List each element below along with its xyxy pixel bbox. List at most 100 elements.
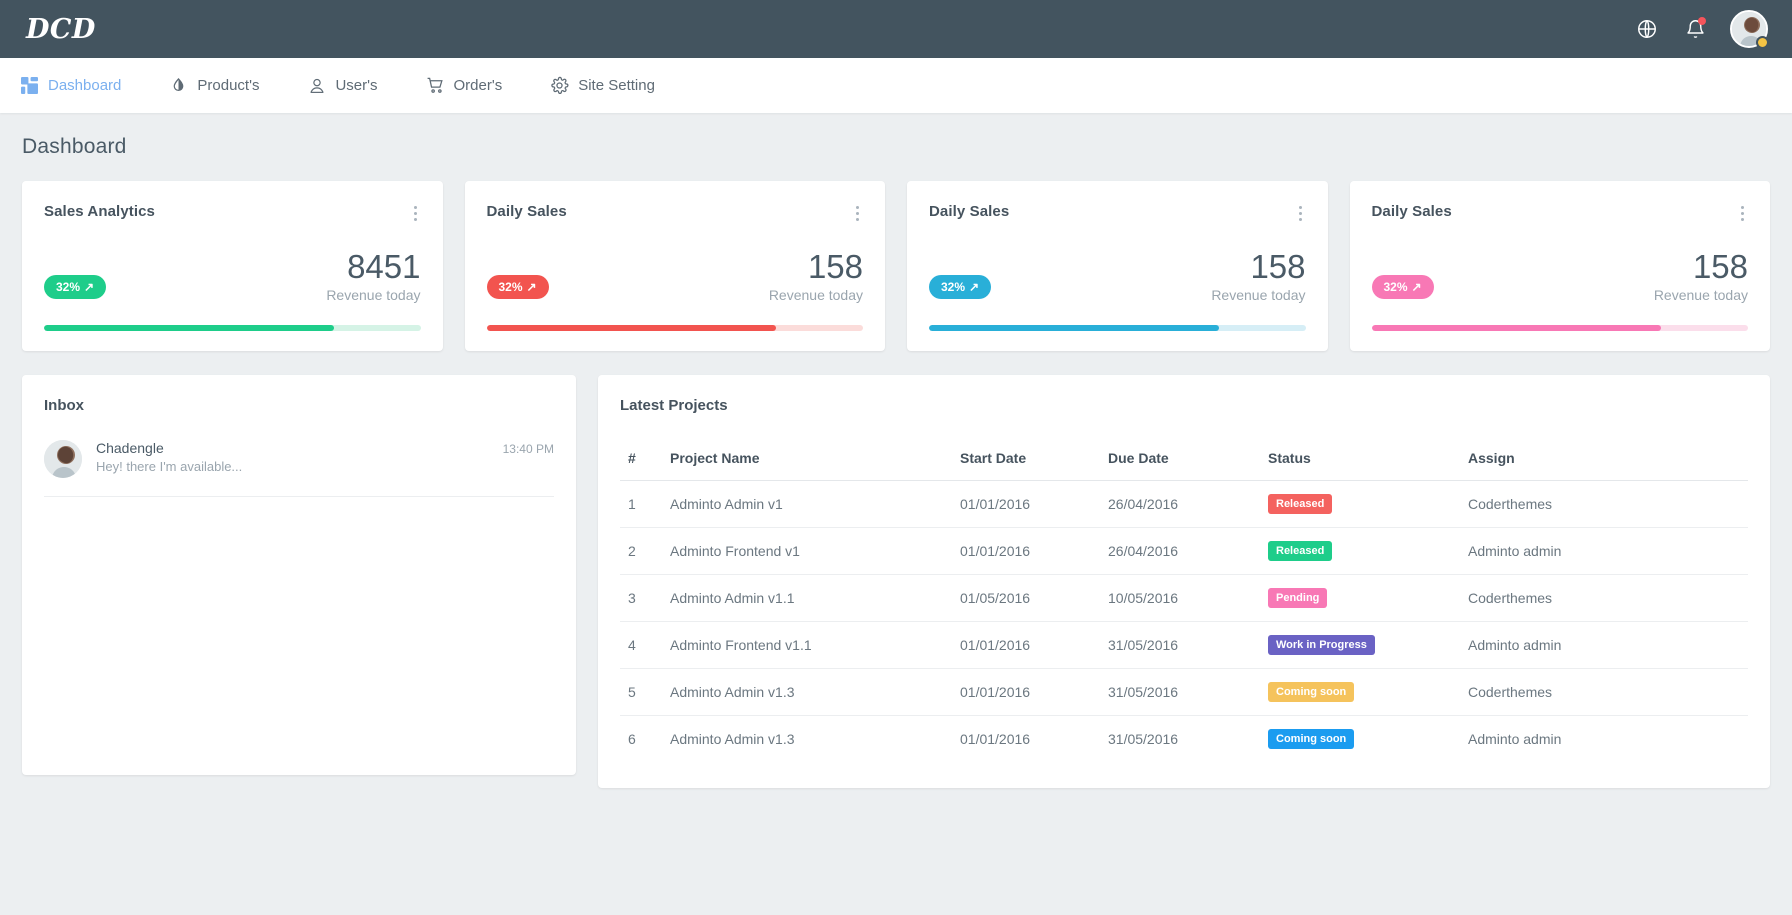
percent-value: 32%	[941, 279, 966, 294]
progress-track	[44, 324, 421, 331]
progress-track	[929, 324, 1306, 331]
table-row[interactable]: 1 Adminto Admin v1 01/01/2016 26/04/2016 Rel…	[620, 480, 1748, 528]
trend-up-icon: ↗	[969, 279, 980, 294]
card-menu-button[interactable]	[410, 203, 421, 224]
row-start-date: 01/01/2016	[952, 480, 1100, 528]
nav-item-orders[interactable]: Order's	[426, 58, 502, 113]
card-menu-button[interactable]	[1295, 203, 1306, 224]
stat-card-header: Daily Sales	[1372, 203, 1749, 224]
row-project-name: Adminto Admin v1.3	[662, 668, 952, 717]
nav-label-site-setting: Site Setting	[578, 77, 655, 94]
percent-value: 32%	[498, 279, 523, 294]
row-start-date: 01/01/2016	[952, 621, 1100, 670]
stat-card-title: Sales Analytics	[44, 203, 156, 220]
column-header: Due Date	[1100, 439, 1260, 481]
nav-item-dashboard[interactable]: Dashboard	[20, 58, 121, 113]
projects-table-body: 1 Adminto Admin v1 01/01/2016 26/04/2016 Rel…	[620, 480, 1748, 762]
nav-item-site-setting[interactable]: Site Setting	[550, 58, 655, 113]
globe-icon[interactable]	[1634, 16, 1660, 42]
stat-label: Revenue today	[1653, 286, 1748, 303]
table-row[interactable]: 6 Adminto Admin v1.3 01/01/2016 31/05/2016 C…	[620, 716, 1748, 763]
row-assign: Coderthemes	[1460, 668, 1748, 717]
stat-card-header: Sales Analytics	[44, 203, 421, 224]
row-project-name: Adminto Admin v1.1	[662, 574, 952, 622]
status-badge: Released	[1268, 493, 1333, 514]
row-project-name: Adminto Frontend v1	[662, 527, 952, 575]
inbox-sender-name: Chadengle	[96, 439, 164, 456]
percent-change-badge: 32% ↗	[1371, 274, 1434, 299]
row-due-date: 31/05/2016	[1100, 668, 1260, 717]
percent-change-badge: 32% ↗	[44, 274, 107, 299]
stat-label: Revenue today	[768, 286, 863, 303]
stat-card-title: Daily Sales	[486, 203, 567, 220]
row-assign: Coderthemes	[1460, 574, 1748, 622]
avatar[interactable]	[1730, 10, 1769, 49]
card-menu-button[interactable]	[1737, 203, 1748, 224]
inbox-message-time: 13:40 PM	[502, 441, 554, 456]
user-icon	[307, 76, 326, 95]
percent-change-badge: 32% ↗	[929, 274, 992, 299]
row-status-cell: Released	[1260, 480, 1460, 528]
row-due-date: 26/04/2016	[1100, 527, 1260, 575]
row-number: 4	[620, 621, 662, 670]
cart-icon	[426, 76, 445, 95]
nav-item-products[interactable]: Product's	[169, 58, 259, 113]
row-assign: Coderthemes	[1460, 480, 1748, 528]
bell-icon[interactable]	[1682, 16, 1708, 42]
row-due-date: 31/05/2016	[1108, 731, 1179, 748]
page-title: Dashboard	[22, 135, 127, 158]
table-row[interactable]: 5 Adminto Admin v1.3 01/01/2016 31/05/2016 C…	[620, 668, 1748, 717]
inbox-title: Inbox	[44, 396, 84, 414]
projects-table-head: # Project Name Start Date Due Date Status Ass…	[620, 439, 1748, 481]
brand-logo[interactable]: DCD	[26, 14, 96, 45]
row-start-date: 01/01/2016	[960, 731, 1031, 748]
table-row[interactable]: 3 Adminto Admin v1.1 01/05/2016 10/05/2016 P…	[620, 574, 1748, 622]
row-due-date: 10/05/2016	[1100, 574, 1260, 622]
row-status-cell: Coming soon	[1260, 668, 1460, 717]
column-header: #	[620, 439, 662, 481]
nav-item-users[interactable]: User's	[307, 58, 378, 113]
nav-label-users: User's	[335, 77, 378, 94]
stat-card-title: Daily Sales	[929, 203, 1010, 220]
row-number: 6	[628, 731, 636, 748]
stat-value-group: 158 Revenue today	[1653, 248, 1748, 303]
grid-icon	[20, 76, 39, 95]
percent-change-badge: 32% ↗	[486, 274, 549, 299]
column-header: Status	[1260, 439, 1460, 481]
header-actions	[1634, 10, 1769, 49]
row-status-cell: Coming soon	[1260, 716, 1460, 763]
trend-up-icon: ↗	[1411, 279, 1422, 294]
status-badge: Coming soon	[1268, 729, 1355, 750]
projects-title: Latest Projects	[620, 396, 728, 414]
trend-up-icon: ↗	[84, 279, 95, 294]
row-project-name: Adminto Admin v1	[662, 480, 952, 528]
trend-up-icon: ↗	[526, 279, 537, 294]
table-row[interactable]: 2 Adminto Frontend v1 01/01/2016 26/04/2016…	[620, 527, 1748, 575]
table-row[interactable]: 4 Adminto Frontend v1.1 01/01/2016 31/05/20…	[620, 621, 1748, 670]
stat-value: 158	[1250, 248, 1306, 285]
row-status-cell: Released	[1260, 527, 1460, 575]
row-number: 2	[620, 527, 662, 575]
row-status-cell: Work in Progress	[1260, 621, 1460, 670]
stat-card: Sales Analytics 32% ↗ 8451 Revenue today	[22, 181, 443, 351]
card-menu-button[interactable]	[852, 203, 863, 224]
stat-card-body: 32% ↗ 8451 Revenue today	[44, 249, 421, 303]
top-header-bar: DCD	[0, 0, 1792, 58]
stat-value-group: 8451 Revenue today	[326, 249, 420, 302]
page-content: Dashboard Sales Analytics 32% ↗ 8451 Revenue…	[0, 113, 1792, 789]
progress-fill	[486, 324, 777, 331]
latest-projects-panel: Latest Projects # Project Name Start Date D…	[598, 374, 1770, 789]
inbox-message-item[interactable]: Chadengle Hey! there I'm available... 13:4…	[44, 439, 554, 497]
row-assign: Adminto admin	[1460, 621, 1748, 670]
column-header: Project Name	[662, 439, 952, 481]
progress-fill	[44, 324, 334, 331]
row-number: 1	[620, 480, 662, 528]
column-header: Assign	[1460, 439, 1748, 481]
inbox-message-preview: Hey! there I'm available...	[96, 458, 243, 474]
stat-value: 158	[1692, 248, 1748, 285]
percent-value: 32%	[1383, 279, 1408, 294]
stat-card: Daily Sales 32% ↗ 158 Revenue today	[1349, 181, 1770, 351]
stat-value-group: 158 Revenue today	[768, 249, 863, 303]
row-start-date: 01/01/2016	[952, 668, 1100, 717]
projects-table: # Project Name Start Date Due Date Status Ass…	[620, 439, 1748, 763]
